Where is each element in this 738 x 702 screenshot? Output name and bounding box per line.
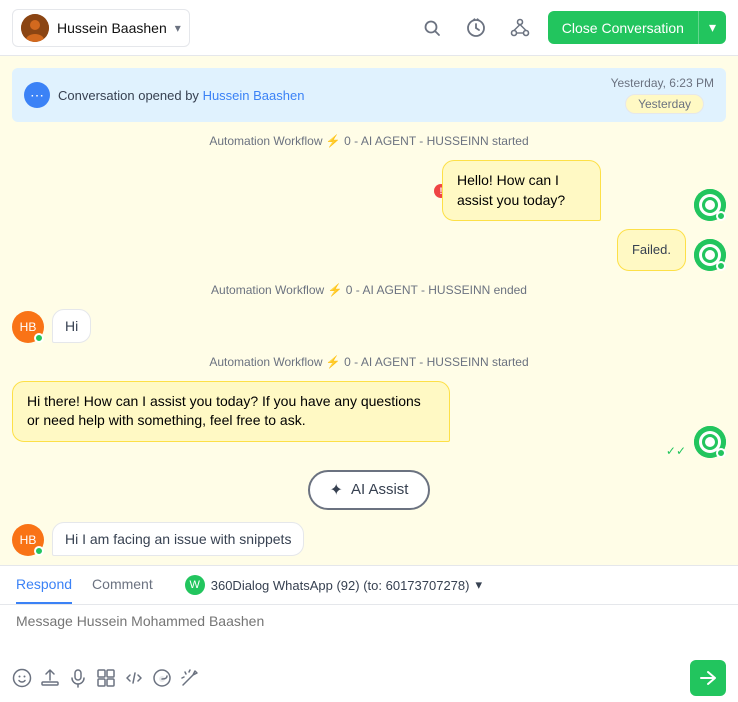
close-conversation-label: Close Conversation (548, 12, 698, 44)
automation-row-2: Automation Workflow ⚡ 0 - AI AGENT - HUS… (0, 275, 738, 305)
timer-button[interactable] (460, 12, 492, 44)
channel-chevron-icon: ▾ (475, 577, 482, 593)
bolt-icon-2: ⚡ (328, 283, 346, 297)
whatsapp-icon: W (185, 575, 205, 595)
conversation-opened-bar: ⋯ Conversation opened by Hussein Baashen… (12, 68, 726, 122)
template-button[interactable] (96, 668, 116, 688)
close-conversation-button[interactable]: Close Conversation ▾ (548, 11, 726, 44)
header-actions: Close Conversation ▾ (416, 11, 726, 44)
tab-bar: Respond Comment W 360Dialog WhatsApp (92… (0, 566, 738, 605)
channel-name: 360Dialog WhatsApp (92) (to: 60173707278… (211, 578, 470, 593)
bottom-panel: Respond Comment W 360Dialog WhatsApp (92… (0, 565, 738, 702)
search-button[interactable] (416, 12, 448, 44)
bot-avatar-1 (694, 189, 726, 221)
chat-area: ⋯ Conversation opened by Hussein Baashen… (0, 56, 738, 565)
message-bubble-failed: Failed. (617, 229, 686, 271)
ai-assist-label: AI Assist (351, 481, 409, 498)
message-row-1: ! Hello! How can I assist you today? (0, 156, 738, 225)
message-row-failed: Failed. (0, 225, 738, 275)
bot-avatar-4 (694, 426, 726, 458)
sticker-button[interactable] (152, 668, 172, 688)
emoji-button[interactable] (12, 668, 32, 688)
chevron-down-icon: ▾ (175, 21, 181, 35)
message-input-area (0, 605, 738, 654)
ai-assist-button[interactable]: ✦ AI Assist (308, 470, 431, 510)
code-button[interactable] (124, 668, 144, 688)
agent-name-label: Hussein Baashen (57, 20, 167, 36)
bot-avatar-failed (694, 239, 726, 271)
upload-button[interactable] (40, 668, 60, 688)
opened-by-link[interactable]: Hussein Baashen (203, 88, 305, 103)
send-button[interactable] (690, 660, 726, 696)
message-input[interactable] (16, 613, 722, 645)
message-bubble-4: Hi there! How can I assist you today? If… (12, 381, 450, 442)
message-bubble-hi: Hi (52, 309, 91, 343)
tab-comment[interactable]: Comment (92, 566, 153, 604)
agent-avatar (21, 14, 49, 42)
bolt-icon-1: ⚡ (326, 134, 344, 148)
toolbar (0, 654, 738, 702)
message-bubble-1: Hello! How can I assist you today? (442, 160, 601, 221)
close-conversation-chevron[interactable]: ▾ (699, 11, 726, 44)
automation-row-3: Automation Workflow ⚡ 0 - AI AGENT - HUS… (0, 347, 738, 377)
conversation-icon: ⋯ (24, 82, 50, 108)
message-bubble-user-issue: Hi I am facing an issue with snippets (52, 522, 304, 556)
header: Hussein Baashen ▾ (0, 0, 738, 56)
tab-respond[interactable]: Respond (16, 566, 72, 604)
audio-button[interactable] (68, 668, 88, 688)
date-badge: Yesterday (625, 94, 704, 114)
agent-selector[interactable]: Hussein Baashen ▾ (12, 9, 190, 47)
message-row-4: Hi there! How can I assist you today? If… (0, 377, 738, 462)
user-avatar-2: HB (12, 524, 44, 556)
conversation-timestamp: Yesterday, 6:23 PM (611, 76, 714, 90)
network-button[interactable] (504, 12, 536, 44)
user-avatar-1: HB (12, 311, 44, 343)
wand-icon: ✦ (330, 480, 343, 500)
message-row-hi: HB Hi (0, 305, 738, 347)
automation-row-1: Automation Workflow ⚡ 0 - AI AGENT - HUS… (0, 126, 738, 156)
ai-assist-row: ✦ AI Assist (0, 462, 738, 518)
magic-button[interactable] (180, 668, 200, 688)
message-row-user-issue: HB Hi I am facing an issue with snippets (0, 518, 738, 560)
message-status-4: ✓✓ (12, 444, 686, 458)
conversation-opened-text: Conversation opened by Hussein Baashen (58, 88, 304, 103)
channel-selector[interactable]: W 360Dialog WhatsApp (92) (to: 601737072… (173, 567, 494, 603)
bolt-icon-3: ⚡ (326, 355, 344, 369)
